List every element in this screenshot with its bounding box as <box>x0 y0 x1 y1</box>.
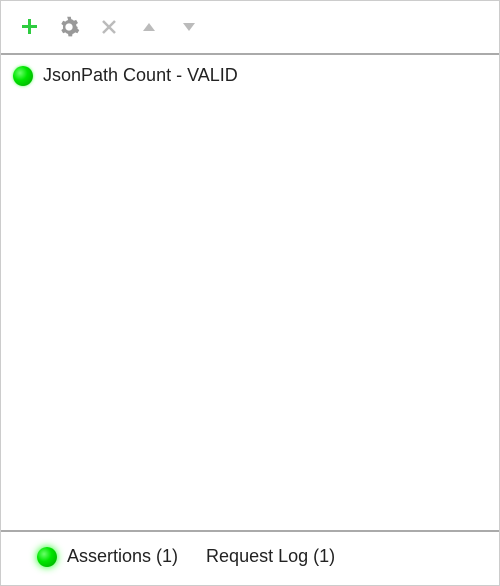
toolbar <box>1 1 499 55</box>
assertion-label: JsonPath Count - VALID <box>43 65 238 86</box>
plus-icon <box>19 17 39 37</box>
close-icon <box>101 19 117 35</box>
settings-button[interactable] <box>57 15 81 39</box>
remove-assertion-button[interactable] <box>97 15 121 39</box>
assertion-list: JsonPath Count - VALID <box>1 55 499 530</box>
status-valid-icon <box>37 547 57 567</box>
caret-down-icon <box>181 21 197 33</box>
move-down-button[interactable] <box>177 15 201 39</box>
move-up-button[interactable] <box>137 15 161 39</box>
tab-label: Request Log (1) <box>206 546 335 567</box>
caret-up-icon <box>141 21 157 33</box>
bottom-tabs: Assertions (1) Request Log (1) <box>1 530 499 585</box>
tab-request-log[interactable]: Request Log (1) <box>206 546 335 567</box>
add-assertion-button[interactable] <box>17 15 41 39</box>
status-valid-icon <box>13 66 33 86</box>
assertion-list-item[interactable]: JsonPath Count - VALID <box>9 61 491 90</box>
gear-icon <box>58 16 80 38</box>
tab-assertions[interactable]: Assertions (1) <box>37 546 178 567</box>
tab-label: Assertions (1) <box>67 546 178 567</box>
